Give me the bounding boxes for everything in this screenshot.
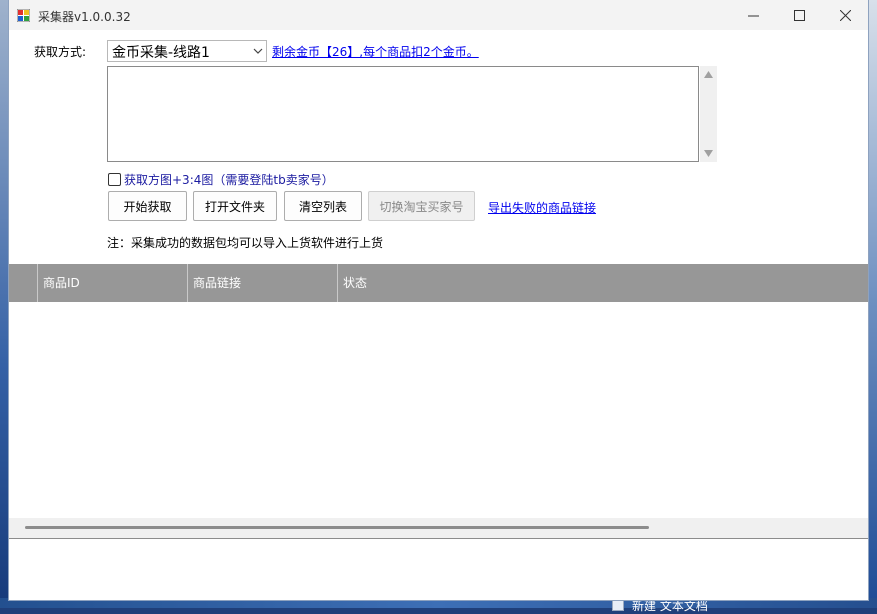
desktop-edge-left	[0, 0, 9, 608]
switch-account-button[interactable]: 切换淘宝买家号	[368, 191, 475, 221]
desktop-edge-right	[868, 0, 877, 608]
close-button[interactable]	[822, 0, 868, 30]
app-icon	[17, 9, 30, 22]
log-area	[9, 540, 868, 600]
method-select[interactable]: 金币采集-线路1	[107, 40, 267, 62]
clear-list-button[interactable]: 清空列表	[284, 191, 362, 221]
fetch-images-checkbox[interactable]	[108, 173, 121, 186]
note-text: 注：采集成功的数据包均可以导入上货软件进行上货	[107, 236, 384, 250]
scroll-thumb[interactable]	[25, 526, 649, 529]
table-horizontal-scrollbar[interactable]	[9, 518, 868, 538]
export-failed-link[interactable]: 导出失败的商品链接	[488, 199, 596, 216]
divider	[9, 538, 868, 539]
table-header: 商品ID 商品链接 状态	[9, 264, 868, 302]
url-input-scrollbar[interactable]	[700, 66, 717, 162]
method-label: 获取方式:	[34, 45, 87, 59]
window-title: 采集器v1.0.0.32	[38, 10, 131, 24]
coins-link[interactable]: 剩余金币【26】,每个商品扣2个金币。	[272, 43, 479, 60]
desktop-file-label: 新建 文本文档	[632, 599, 708, 613]
column-header-status[interactable]: 状态	[337, 264, 868, 302]
close-icon	[839, 9, 851, 21]
maximize-button[interactable]	[776, 0, 822, 30]
scroll-up-icon[interactable]	[704, 71, 713, 78]
url-input-area[interactable]	[107, 66, 699, 162]
chevron-down-icon	[253, 48, 263, 54]
title-bar[interactable]: 采集器v1.0.0.32	[9, 0, 868, 30]
client-area: 获取方式: 金币采集-线路1 剩余金币【26】,每个商品扣2个金币。 获取方图+…	[9, 30, 868, 600]
fetch-images-label[interactable]: 获取方图+3:4图（需要登陆tb卖家号）	[124, 171, 334, 188]
column-header-product-id[interactable]: 商品ID	[37, 264, 187, 302]
row-header-column[interactable]	[9, 264, 37, 302]
method-select-value: 金币采集-线路1	[112, 45, 210, 61]
minimize-icon	[747, 15, 759, 16]
minimize-button[interactable]	[730, 0, 776, 30]
table-body[interactable]	[9, 302, 868, 518]
start-button[interactable]: 开始获取	[108, 191, 187, 221]
app-window: 采集器v1.0.0.32 获取方式: 金币采集-线路1 剩余金币【26】,每个商…	[9, 0, 868, 600]
open-folder-button[interactable]: 打开文件夹	[193, 191, 277, 221]
maximize-icon	[793, 9, 805, 21]
column-header-product-link[interactable]: 商品链接	[187, 264, 337, 302]
scroll-down-icon[interactable]	[704, 150, 713, 157]
